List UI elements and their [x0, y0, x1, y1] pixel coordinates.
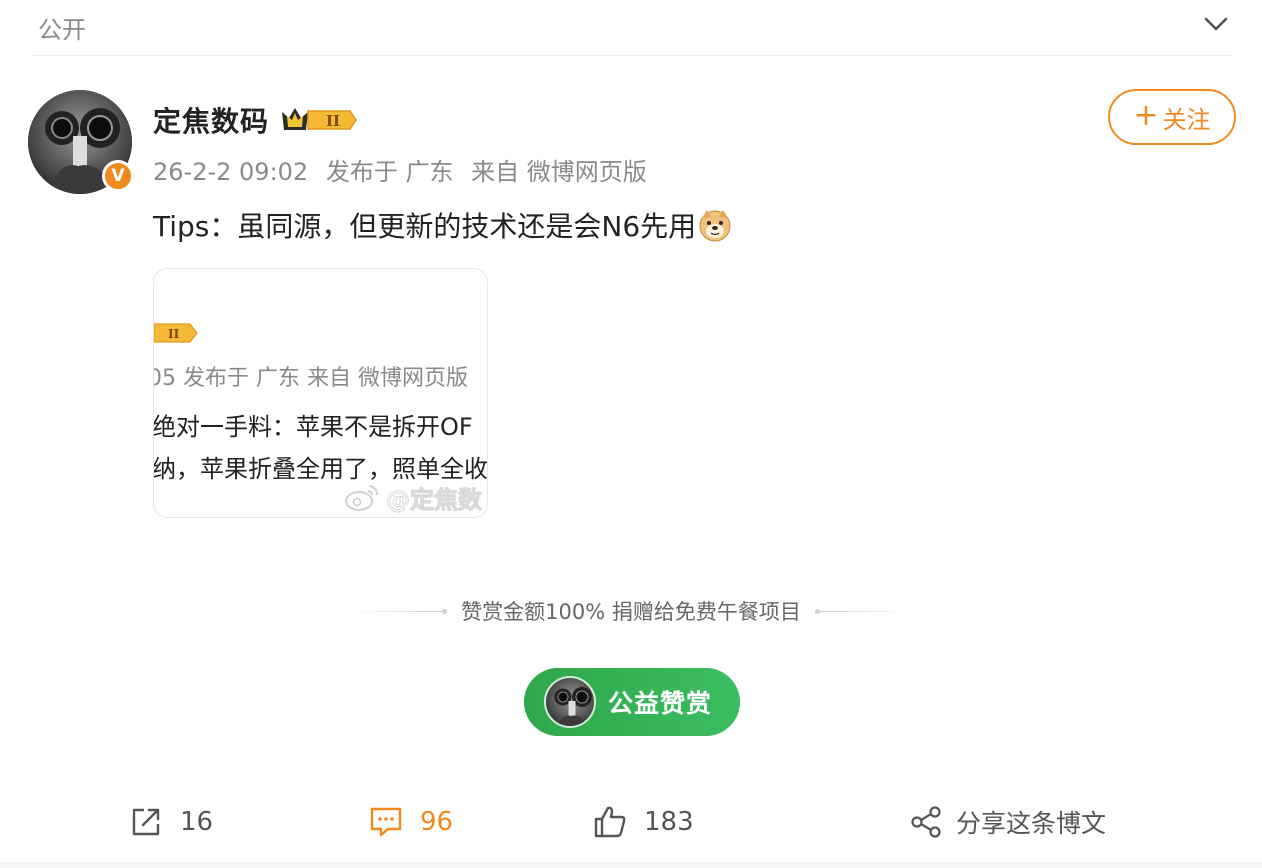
reward-caption: 赞赏金额100% 捐赠给免费午餐项目 — [350, 596, 912, 626]
reward-caption-text: 赞赏金额100% 捐赠给免费午餐项目 — [461, 600, 801, 624]
doge-emoji-icon — [699, 210, 731, 242]
divider-dot — [442, 608, 448, 614]
repost-button[interactable]: 16 — [128, 800, 213, 844]
crown-level-badge-icon[interactable]: II — [280, 102, 358, 134]
weibo-logo-icon — [345, 485, 378, 511]
comment-button[interactable]: 96 — [368, 800, 453, 844]
author-name[interactable]: 定焦数码 — [153, 100, 269, 140]
share-icon — [911, 806, 941, 838]
avatar — [544, 676, 596, 728]
divider — [819, 610, 912, 612]
chevron-down-icon[interactable] — [1200, 8, 1232, 40]
watermark: @定焦数 — [344, 477, 487, 517]
comment-icon — [370, 807, 402, 837]
attached-text-line: 绝对一手料：苹果不是拆开OF — [153, 413, 473, 441]
post-text: Tips：虽同源，但更新的技术还是会N6先用 — [153, 210, 697, 243]
post-source: 来自 微博网页版 — [471, 158, 647, 186]
like-count: 183 — [644, 807, 694, 837]
attached-level-text: II — [168, 327, 180, 341]
weibo-post: 公开 V 定焦数码 II + 关注 26-2-2 09:02 发布于 广东 来自… — [0, 0, 1262, 868]
charity-reward-button[interactable]: 公益赞赏 — [524, 668, 740, 736]
verified-badge: V — [102, 160, 134, 192]
repost-count: 16 — [180, 807, 214, 837]
comment-count: 96 — [420, 807, 454, 837]
like-button[interactable]: 183 — [592, 800, 694, 844]
follow-button[interactable]: + 关注 — [1108, 89, 1236, 145]
divider — [350, 610, 443, 612]
level-badge-icon: II — [154, 323, 198, 343]
author-avatar[interactable]: V — [28, 90, 134, 194]
level-badge-text: II — [326, 112, 340, 130]
post-top-bar: 公开 — [32, 0, 1232, 56]
post-meta: 26-2-2 09:02 发布于 广东 来自 微博网页版 — [153, 152, 657, 187]
post-time[interactable]: 26-2-2 09:02 — [153, 158, 308, 186]
attached-meta: 05 发布于 广东 来自 微博网页版 — [153, 366, 468, 391]
repost-icon — [132, 808, 160, 836]
share-button[interactable]: 分享这条博文 — [908, 800, 1106, 844]
post-content: Tips：虽同源，但更新的技术还是会N6先用 — [153, 205, 732, 245]
attached-image[interactable]: II 05 发布于 广东 来自 微博网页版 绝对一手料：苹果不是拆开OF 纳，苹… — [153, 268, 488, 518]
follow-label: 关注 — [1162, 105, 1211, 134]
watermark-text: @定焦数 — [386, 485, 483, 514]
thumbs-up-icon — [594, 806, 626, 838]
post-location: 发布于 广东 — [325, 158, 454, 186]
action-bar: 16 96 183 分享这条博文 — [0, 790, 1262, 854]
visibility-label: 公开 — [38, 16, 86, 44]
reward-button-label: 公益赞赏 — [608, 689, 713, 718]
plus-icon: + — [1133, 97, 1159, 133]
share-label: 分享这条博文 — [956, 809, 1107, 838]
divider — [0, 862, 1262, 868]
